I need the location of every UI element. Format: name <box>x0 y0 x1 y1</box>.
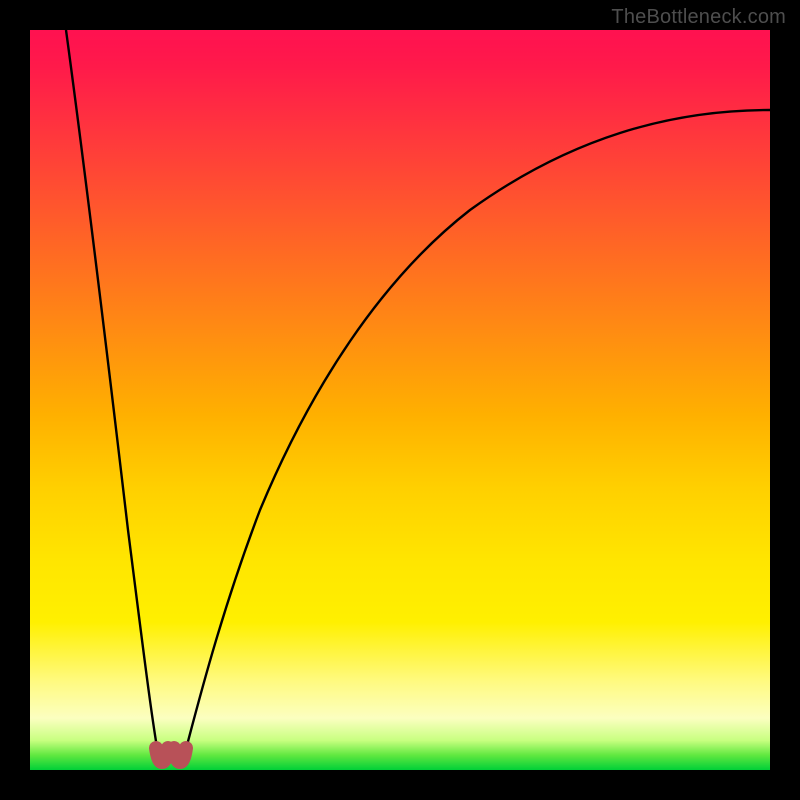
watermark-text: TheBottleneck.com <box>611 6 786 29</box>
curve-left-branch <box>66 30 160 764</box>
curve-right-branch <box>182 110 770 764</box>
curve-layer <box>30 30 770 770</box>
chart-frame: TheBottleneck.com <box>0 0 800 800</box>
plot-area <box>30 30 770 770</box>
bottom-marker <box>156 748 186 762</box>
